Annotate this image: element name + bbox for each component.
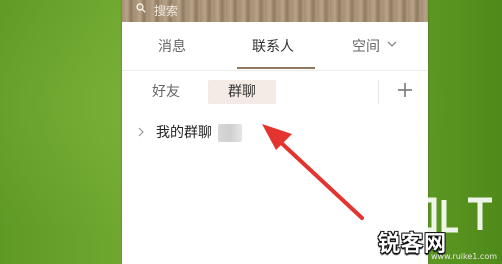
my-groups-item[interactable]: 我的群聊 <box>122 118 428 146</box>
chevron-down-icon[interactable] <box>387 41 397 48</box>
main-tabs: 消息 联系人 空间 <box>122 22 428 71</box>
my-groups-label: 我的群聊 <box>156 125 212 141</box>
plus-icon[interactable] <box>396 81 414 99</box>
tab-messages[interactable]: 消息 <box>158 36 186 56</box>
watermark-url: www.ruike1.com <box>431 252 498 261</box>
tab-space[interactable]: 空间 <box>352 36 380 56</box>
tab-contacts[interactable]: 联系人 <box>252 36 294 56</box>
contacts-panel: 搜索 消息 联系人 空间 好友 群聊 我的群聊 <box>122 0 428 264</box>
search-icon <box>136 3 146 13</box>
blurred-count <box>218 124 242 142</box>
active-tab-indicator <box>237 67 315 69</box>
search-bar[interactable]: 搜索 <box>122 0 428 22</box>
subtab-divider <box>378 80 379 104</box>
chevron-right-icon <box>138 127 144 137</box>
subtab-friends[interactable]: 好友 <box>152 80 180 104</box>
search-placeholder[interactable]: 搜索 <box>154 2 178 19</box>
contact-subtabs: 好友 群聊 <box>122 72 428 110</box>
subtab-groups[interactable]: 群聊 <box>208 80 276 104</box>
